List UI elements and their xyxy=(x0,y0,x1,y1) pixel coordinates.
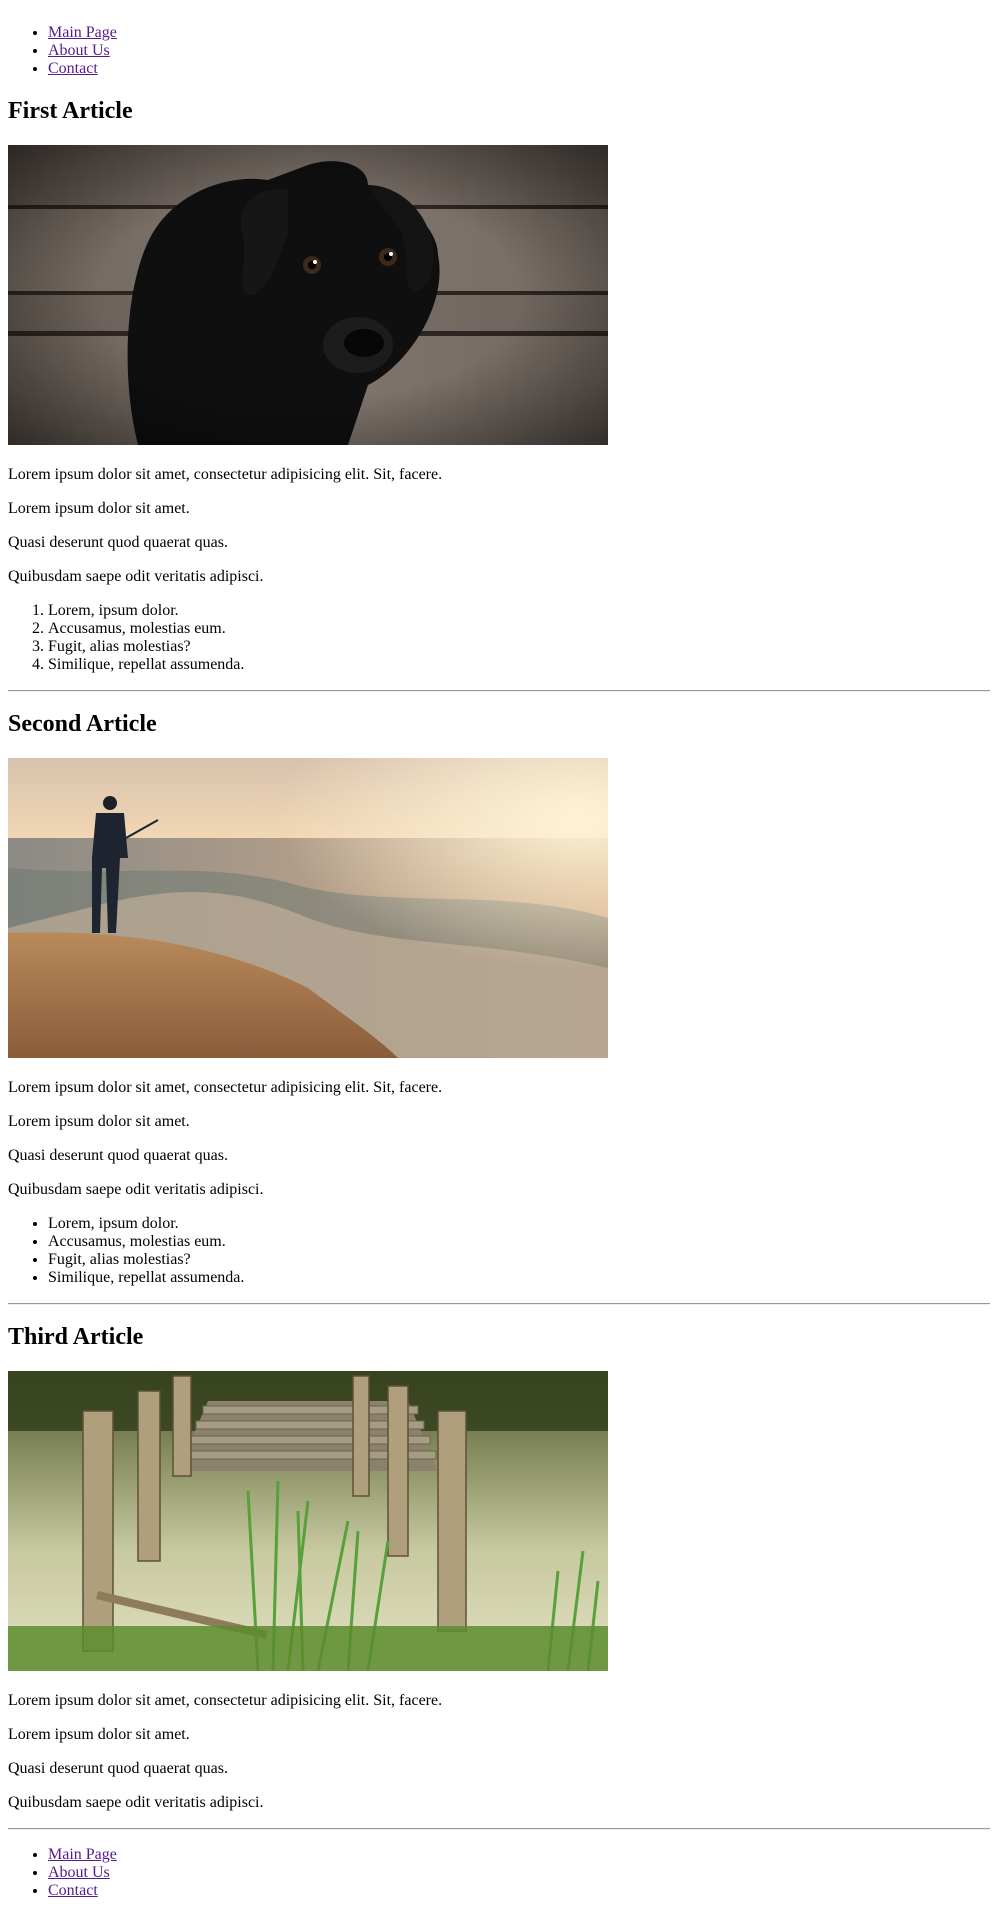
article-paragraph: Lorem ipsum dolor sit amet, consectetur … xyxy=(8,1079,443,1096)
list-item: Accusamus, molestias eum. xyxy=(48,1233,244,1251)
article-paragraph: Lorem ipsum dolor sit amet. xyxy=(8,500,190,517)
article-paragraph: Quibusdam saepe odit veritatis adipisci. xyxy=(8,568,264,585)
unordered-list: Lorem, ipsum dolor. Accusamus, molestias… xyxy=(8,1215,244,1287)
bottom-nav: Main Page About Us Contact xyxy=(8,1846,117,1900)
article-paragraph: Quasi deserunt quod quaerat quas. xyxy=(8,1760,228,1777)
list-item: Fugit, alias molestias? xyxy=(48,1251,244,1269)
nav-link-main-page[interactable]: Main Page xyxy=(48,1846,117,1863)
list-item: Fugit, alias molestias? xyxy=(48,638,244,656)
article-paragraph: Quasi deserunt quod quaerat quas. xyxy=(8,534,228,551)
article-paragraph: Quibusdam saepe odit veritatis adipisci. xyxy=(8,1794,264,1811)
article-paragraph: Lorem ipsum dolor sit amet. xyxy=(8,1113,190,1130)
nav-item: About Us xyxy=(48,42,117,60)
list-item: Similique, repellat assumenda. xyxy=(48,656,244,674)
nav-item: Main Page xyxy=(48,1846,117,1864)
article-paragraph: Lorem ipsum dolor sit amet, consectetur … xyxy=(8,1692,443,1709)
article-paragraph: Quibusdam saepe odit veritatis adipisci. xyxy=(8,1181,264,1198)
nav-item: Main Page xyxy=(48,24,117,42)
section-divider xyxy=(8,1828,990,1830)
article-title: First Article xyxy=(8,98,133,124)
list-item: Accusamus, molestias eum. xyxy=(48,620,244,638)
top-nav: Main Page About Us Contact xyxy=(8,24,117,78)
article-paragraph: Lorem ipsum dolor sit amet. xyxy=(8,1726,190,1743)
nav-link-about-us[interactable]: About Us xyxy=(48,1864,110,1881)
ordered-list: Lorem, ipsum dolor. Accusamus, molestias… xyxy=(8,602,244,674)
nav-item: About Us xyxy=(48,1864,117,1882)
nav-link-about-us[interactable]: About Us xyxy=(48,42,110,59)
article-image-pier xyxy=(8,1371,608,1671)
article-paragraph: Quasi deserunt quod quaerat quas. xyxy=(8,1147,228,1164)
nav-link-contact[interactable]: Contact xyxy=(48,60,98,77)
article-image-dog xyxy=(8,145,608,445)
nav-item: Contact xyxy=(48,1882,117,1900)
nav-link-contact[interactable]: Contact xyxy=(48,1882,98,1899)
article-image-fisherman xyxy=(8,758,608,1058)
article-title: Third Article xyxy=(8,1324,144,1350)
article-title: Second Article xyxy=(8,711,157,737)
section-divider xyxy=(8,690,990,692)
section-divider xyxy=(8,1303,990,1305)
nav-link-main-page[interactable]: Main Page xyxy=(48,24,117,41)
list-item: Lorem, ipsum dolor. xyxy=(48,602,244,620)
list-item: Lorem, ipsum dolor. xyxy=(48,1215,244,1233)
list-item: Similique, repellat assumenda. xyxy=(48,1269,244,1287)
nav-item: Contact xyxy=(48,60,117,78)
article-paragraph: Lorem ipsum dolor sit amet, consectetur … xyxy=(8,466,443,483)
